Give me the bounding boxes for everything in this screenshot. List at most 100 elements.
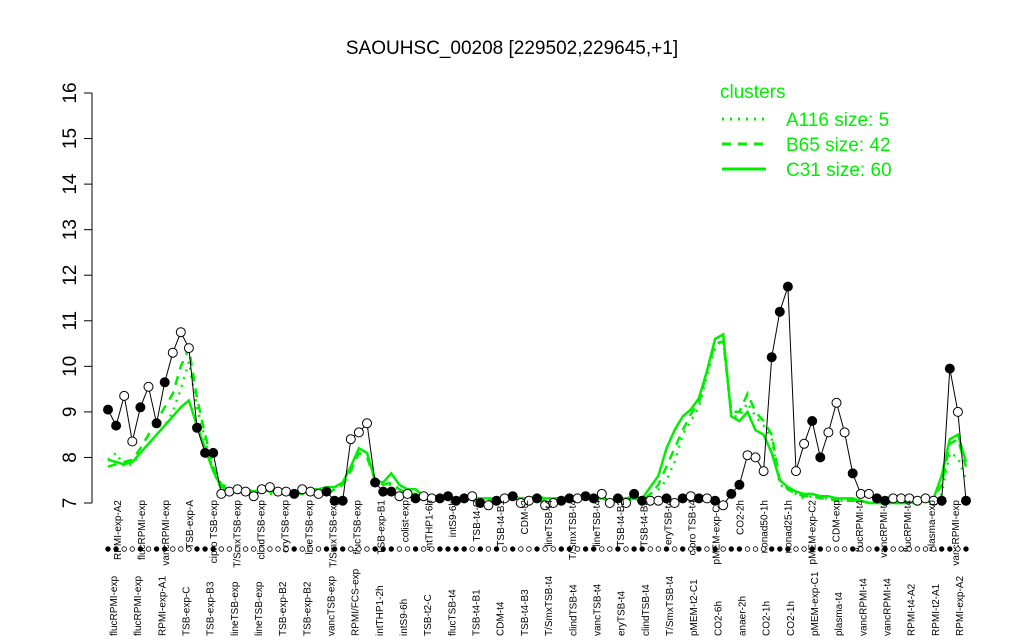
strip-marker bbox=[566, 546, 573, 552]
data-point bbox=[839, 427, 850, 438]
strip-marker bbox=[194, 546, 200, 552]
data-point bbox=[345, 434, 356, 445]
data-point bbox=[758, 466, 769, 477]
strip-marker bbox=[153, 546, 160, 552]
sample-polyline bbox=[107, 286, 967, 506]
data-point bbox=[224, 486, 235, 497]
data-point bbox=[807, 416, 818, 426]
strip-marker bbox=[348, 546, 354, 552]
data-point bbox=[507, 491, 518, 502]
data-point bbox=[192, 422, 202, 433]
data-point bbox=[815, 452, 826, 463]
top-label: vancRPMI-exp bbox=[161, 500, 172, 566]
strip-marker bbox=[930, 546, 937, 552]
strip-marker bbox=[599, 546, 605, 552]
strip-marker bbox=[882, 546, 888, 552]
top-label: vancRPMI-exp bbox=[951, 500, 962, 566]
data-point bbox=[362, 418, 372, 429]
bottom-label: TSB-exp-C bbox=[182, 587, 193, 636]
y-tick-label: 9 bbox=[60, 407, 81, 418]
y-tick-label: 7 bbox=[60, 498, 81, 509]
data-point bbox=[847, 468, 858, 479]
strip-marker bbox=[833, 546, 840, 552]
strip-marker bbox=[631, 546, 637, 552]
top-label: nonad25-1h bbox=[783, 500, 794, 553]
strip-marker bbox=[202, 546, 208, 552]
strip-marker bbox=[947, 546, 953, 552]
bottom-label: lineTSB-exp bbox=[230, 581, 241, 636]
bottom-label: pMEM-t2-C1 bbox=[689, 579, 700, 636]
strip-marker bbox=[825, 546, 832, 552]
strip-marker bbox=[550, 546, 556, 552]
legend-title: clusters bbox=[720, 82, 785, 103]
strip-marker bbox=[429, 546, 435, 552]
strip-marker bbox=[793, 546, 799, 552]
top-label: flucTSB-exp bbox=[352, 500, 363, 555]
strip-marker bbox=[323, 546, 330, 552]
strip-marker bbox=[704, 546, 710, 552]
bottom-label: anaer-2h bbox=[738, 596, 749, 636]
data-point bbox=[863, 488, 874, 499]
data-point bbox=[256, 484, 267, 495]
data-point bbox=[434, 493, 445, 504]
data-point bbox=[766, 352, 777, 363]
data-point bbox=[248, 491, 259, 502]
top-label: CDM-exp bbox=[831, 500, 842, 543]
top-label: plasma-exp bbox=[927, 500, 938, 552]
bottom-label: RPMI-exp-A1 bbox=[157, 576, 168, 636]
bottom-label: flucRPMI-exp bbox=[133, 576, 144, 636]
strip-marker bbox=[396, 546, 403, 552]
top-label: nonad50-1h bbox=[760, 500, 771, 553]
data-point bbox=[677, 493, 688, 504]
top-label: T/SmxTSB-exp bbox=[233, 500, 244, 568]
bottom-label: TSB-exp-B2 bbox=[278, 581, 289, 636]
data-point bbox=[952, 406, 963, 417]
strip-marker bbox=[234, 546, 241, 552]
data-point bbox=[702, 493, 712, 504]
series-line bbox=[107, 339, 968, 505]
top-label: TSB-t4-B3 bbox=[640, 500, 651, 547]
strip-marker bbox=[412, 546, 419, 552]
data-point bbox=[596, 488, 607, 499]
strip-marker bbox=[874, 546, 880, 552]
strip-marker bbox=[898, 546, 904, 552]
strip-marker bbox=[259, 546, 265, 552]
top-label: cipro TSB-exp bbox=[209, 500, 220, 564]
top-label: intTHP1-6h bbox=[424, 500, 435, 551]
strip-marker bbox=[178, 546, 184, 552]
strip-marker bbox=[963, 546, 969, 552]
data-point bbox=[370, 477, 381, 488]
legend-label: C31 size: 60 bbox=[786, 160, 892, 181]
data-point bbox=[961, 495, 971, 506]
strip-marker bbox=[558, 546, 564, 552]
bottom-label: TSB-exp-B2 bbox=[302, 581, 313, 636]
strip-marker bbox=[445, 546, 451, 552]
strip-marker bbox=[121, 546, 127, 552]
strip-marker bbox=[380, 546, 386, 552]
strip-marker bbox=[340, 546, 346, 552]
strip-marker bbox=[218, 546, 224, 552]
data-point bbox=[353, 427, 364, 438]
strip-marker bbox=[712, 546, 718, 552]
data-point bbox=[289, 488, 300, 499]
strip-marker bbox=[388, 546, 394, 552]
top-label: CDM-t2 bbox=[520, 500, 531, 535]
top-label: TSB-exp-A bbox=[185, 500, 196, 549]
y-tick-label: 15 bbox=[60, 128, 81, 149]
data-point bbox=[418, 491, 429, 502]
strip-marker bbox=[477, 546, 483, 552]
strip-marker bbox=[752, 546, 759, 552]
strip-marker bbox=[574, 546, 581, 552]
data-point bbox=[726, 488, 737, 499]
strip-marker bbox=[493, 546, 500, 552]
y-tick-label: 16 bbox=[60, 82, 81, 103]
strip-marker bbox=[283, 546, 289, 552]
strip-marker bbox=[331, 546, 338, 552]
strip-marker bbox=[145, 546, 152, 552]
strip-marker bbox=[129, 546, 135, 552]
bottom-label: CO2-1h bbox=[762, 601, 773, 636]
bottom-label: plasma-t4 bbox=[834, 592, 845, 636]
top-label: flucRPMI-t4 bbox=[903, 500, 914, 553]
strip-marker bbox=[469, 546, 475, 552]
bottom-label: vancRPMI-t4 bbox=[883, 578, 894, 636]
